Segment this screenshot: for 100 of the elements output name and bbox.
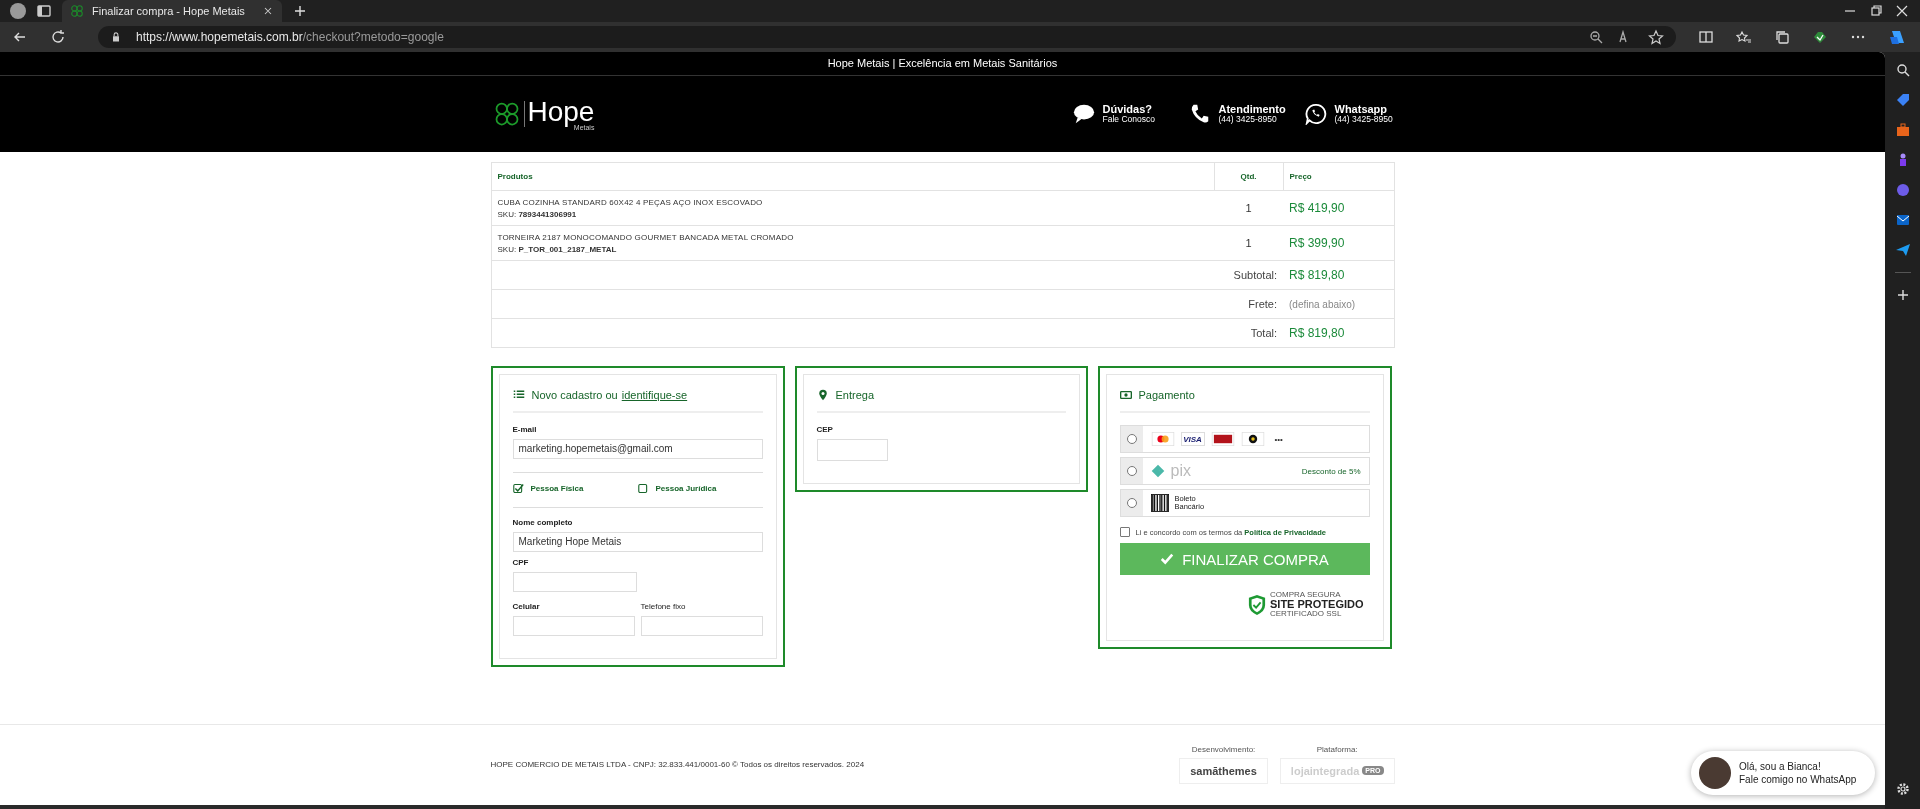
mail-icon[interactable] [1894, 212, 1911, 228]
briefcase-icon[interactable] [1894, 122, 1911, 138]
payment-option[interactable]: VISA ••• [1119, 425, 1370, 453]
checkbox-label: Pessoa Jurídica [655, 484, 717, 493]
url-host: https://www.hopemetais.com.br [136, 30, 303, 44]
star-icon[interactable] [1648, 29, 1664, 45]
tab-title: Finalizar compra - Hope Metais [92, 5, 246, 17]
radio-button[interactable] [1126, 498, 1137, 508]
collections-icon[interactable] [1774, 29, 1790, 45]
price: R$ 399,90 [1289, 236, 1345, 250]
product-sku: SKU: 7893441306991 [497, 209, 578, 219]
search-icon[interactable] [1894, 62, 1911, 78]
check-icon [1160, 552, 1175, 566]
checkbox[interactable] [512, 483, 524, 494]
extension-icon[interactable] [1812, 29, 1828, 45]
list-icon [512, 389, 525, 401]
credit-label: Desenvolvimento: [1191, 744, 1256, 754]
total-label: Subtotal: [1233, 269, 1277, 281]
phone-field[interactable] [640, 616, 763, 636]
barcode-icon [1150, 494, 1169, 512]
pix-icon [1150, 464, 1165, 478]
developer-logo[interactable]: samāthemes [1179, 757, 1268, 784]
app-icon[interactable] [1894, 182, 1911, 198]
money-icon [1119, 389, 1132, 401]
address-bar[interactable]: https://www.hopemetais.com.br/checkout?metodo=google [98, 26, 1676, 48]
name-field[interactable]: Marketing Hope Metais [512, 532, 763, 552]
chat-widget[interactable]: Olá, sou a Bianca! Fale comigo no WhatsApp [1691, 751, 1875, 795]
phone-field[interactable] [512, 616, 635, 636]
column-header: Qtd. [1214, 162, 1283, 191]
shield-icon [1248, 593, 1266, 616]
field-label: CEP [816, 425, 834, 434]
map-pin-icon [816, 389, 829, 401]
product-sku: SKU: P_TOR_001_2187_METAL [497, 244, 618, 254]
identify-link[interactable]: identifique-se [621, 389, 688, 401]
credit-label: Plataforma: [1316, 744, 1358, 754]
contact-title: Whatsapp [1334, 102, 1388, 116]
field-label: CPF [512, 558, 530, 567]
browser-tab[interactable]: Finalizar compra - Hope Metais [62, 0, 282, 22]
seal-caption: COMPRA SEGURA [1270, 591, 1342, 599]
field-label: Nome completo [512, 518, 574, 527]
seal-title: SITE PROTEGIDO [1270, 599, 1364, 610]
card-logo-icon [1240, 432, 1265, 446]
total-value: (defina abaixo) [1289, 298, 1356, 310]
total-value: R$ 819,80 [1289, 268, 1345, 282]
seal-caption: CERTIFICADO SSL [1270, 610, 1343, 618]
speech-bubble-icon[interactable] [1072, 103, 1095, 125]
pix-logo: pix [1170, 462, 1191, 480]
profile-icon[interactable] [10, 3, 26, 19]
radio-button[interactable] [1126, 434, 1137, 444]
whatsapp-icon[interactable] [1304, 103, 1327, 125]
cpf-field[interactable] [512, 572, 637, 592]
send-icon[interactable] [1894, 242, 1911, 258]
restore-icon[interactable] [1868, 3, 1884, 19]
total-label: Total: [1250, 327, 1277, 339]
field-label: Telefone fixo [640, 602, 687, 611]
logo-text: Hope [527, 97, 595, 126]
email-field[interactable]: marketing.hopemetais@gmail.com [512, 439, 763, 459]
field-label: Celular [512, 602, 541, 611]
product-name: CUBA COZINHA STANDARD 60X42 4 PEÇAS AÇO INOX ESCOVADO [497, 197, 764, 207]
column-header: Preço [1283, 162, 1394, 191]
checkbox[interactable] [637, 483, 649, 494]
column-header: Produtos [491, 162, 1214, 191]
settings-icon[interactable] [1894, 781, 1911, 797]
card-logo-icon [1210, 432, 1235, 446]
radio-button[interactable] [1126, 466, 1137, 476]
quantity: 1 [1245, 237, 1252, 249]
chat-text: Olá, sou a Bianca! [1739, 760, 1822, 773]
split-screen-icon[interactable] [1698, 29, 1714, 45]
tab-actions-icon[interactable] [36, 3, 52, 19]
copyright-text: HOPE COMERCIO DE METAIS LTDA - CNPJ: 32.833.441/0001-60 © Todos os direitos reservados. 2024 [490, 759, 865, 769]
cep-field[interactable] [816, 439, 888, 461]
reload-icon[interactable] [50, 29, 66, 45]
close-icon[interactable] [1894, 3, 1910, 19]
total-label: Frete: [1248, 298, 1277, 310]
panel-title: Novo cadastro ou [531, 389, 618, 401]
panel-title: Entrega [835, 389, 875, 401]
lock-icon [110, 31, 122, 43]
chat-text: Fale comigo no WhatsApp [1739, 773, 1857, 786]
product-name: TORNEIRA 2187 MONOCOMANDO GOURMET BANCADA METAL CROMADO [497, 232, 795, 242]
contact-subtitle: (44) 3425-8950 [1218, 115, 1278, 126]
card-logo: VISA [1180, 432, 1205, 446]
favorites-icon[interactable] [1736, 29, 1752, 45]
contact-title: Atendimento [1218, 102, 1286, 115]
zoom-icon[interactable] [1588, 29, 1604, 45]
panel-title: Pagamento [1138, 389, 1195, 401]
card-logo-icon [1150, 432, 1175, 446]
close-icon[interactable] [262, 5, 274, 17]
clover-icon [70, 4, 84, 18]
total-value: R$ 819,80 [1289, 326, 1345, 340]
more-text: ••• [1274, 434, 1283, 444]
discount-text: Desconto de 5% [1301, 466, 1361, 476]
payment-option[interactable]: pix Desconto de 5% [1119, 457, 1370, 485]
checkbox[interactable] [1119, 527, 1130, 537]
new-tab-icon[interactable] [292, 3, 308, 19]
field-label: E-mail [512, 425, 538, 434]
contact-title: Dúvidas? [1102, 102, 1153, 115]
top-banner: Hope Metais | Excelência em Metais Sanitários [0, 52, 1885, 76]
quantity: 1 [1245, 202, 1252, 214]
avatar-icon [1699, 757, 1731, 789]
contact-subtitle: Fale Conosco [1102, 115, 1155, 126]
